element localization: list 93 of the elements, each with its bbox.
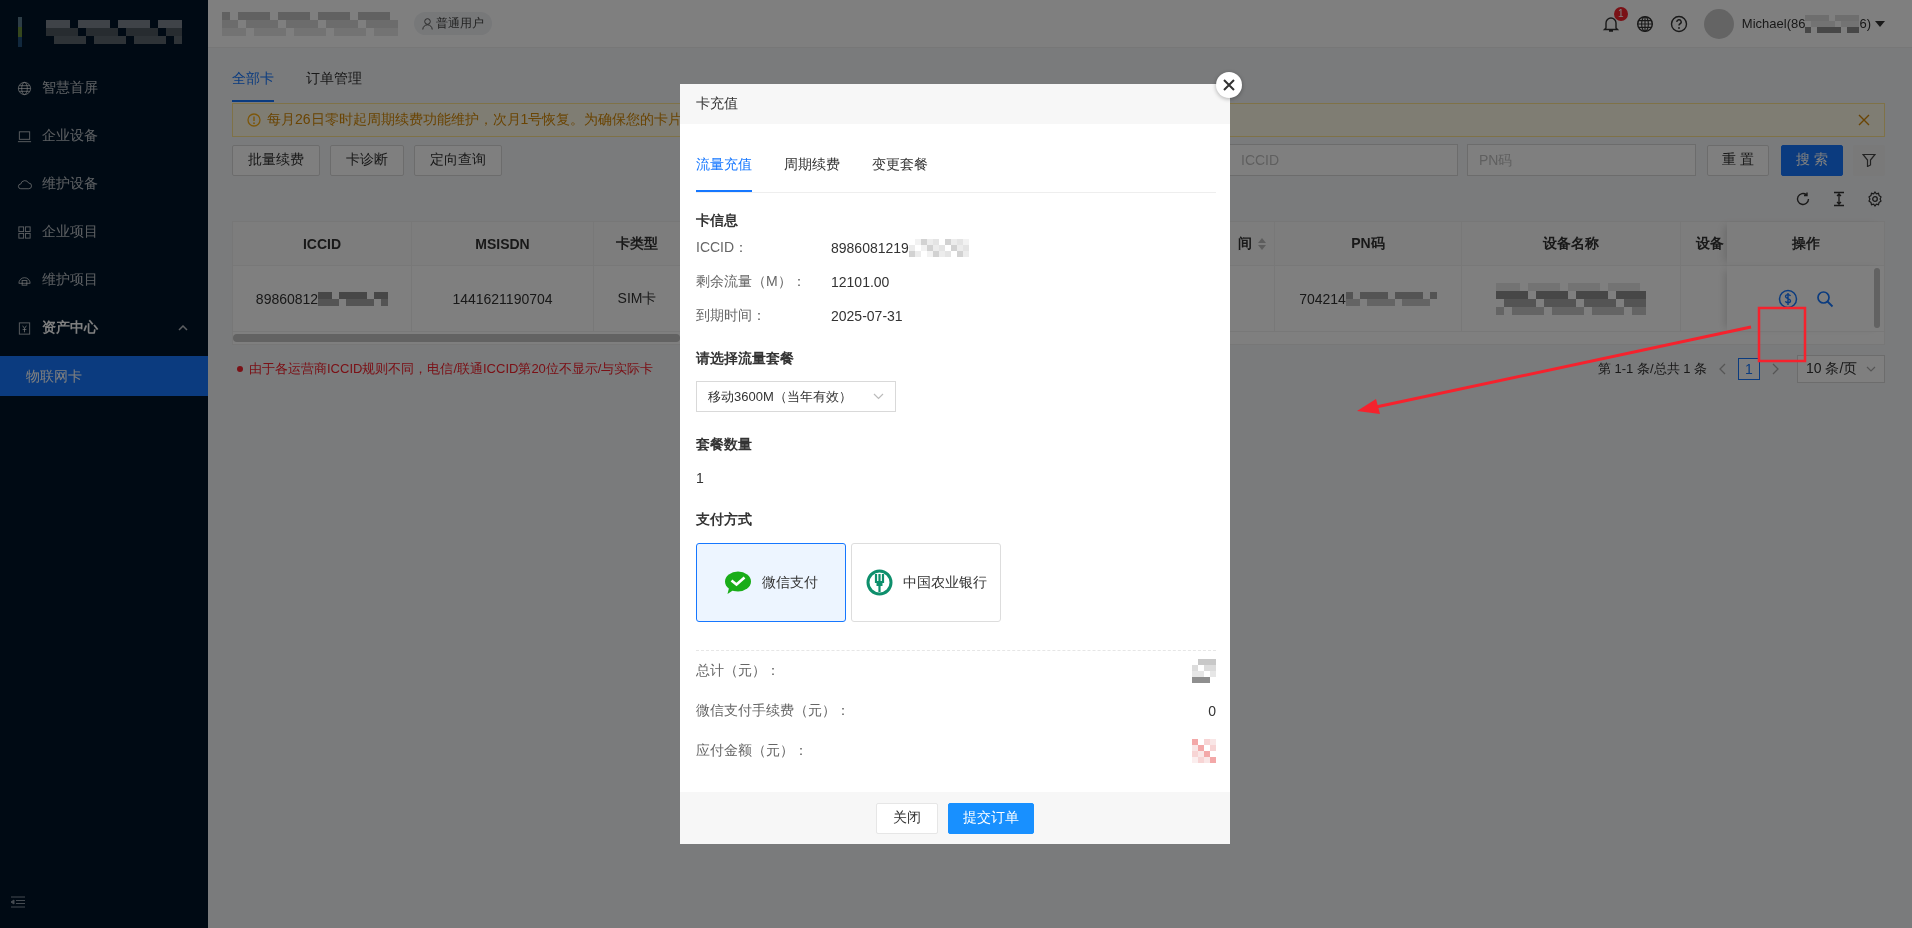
dialog-title: 卡充值 (696, 95, 738, 113)
globe-icon (17, 80, 32, 96)
page-tab[interactable]: 订单管理 (306, 64, 362, 102)
action-button[interactable]: 卡诊断 (330, 144, 404, 176)
page-size-select[interactable]: 10 条/页 (1797, 355, 1885, 383)
field-value: 8986081219 (831, 240, 909, 256)
submit-button[interactable]: 提交订单 (948, 802, 1034, 834)
search-icon[interactable] (1815, 289, 1834, 308)
bullet-icon (237, 366, 243, 372)
column-header: ICCID (233, 222, 412, 266)
role-text: 普通用户 (436, 15, 484, 32)
scrollbar[interactable] (233, 334, 680, 342)
summary-value: 0 (1208, 703, 1216, 719)
quantity-value: 1 (696, 469, 705, 488)
row-height-icon[interactable] (1831, 190, 1847, 207)
sidebar-item[interactable]: 资产中心 (0, 304, 208, 352)
summary-label: 微信支付手续费（元）： (696, 702, 850, 720)
column-header: 设备 (1696, 234, 1724, 253)
sort-icon[interactable] (1258, 237, 1266, 250)
user-name[interactable]: 6) (1859, 16, 1871, 31)
table-cell: 89860812 (255, 290, 319, 307)
summary-label: 总计（元）： (696, 662, 780, 680)
column-header: PN码 (1275, 222, 1462, 266)
avatar[interactable] (1703, 8, 1734, 39)
chevron-down-icon (873, 393, 884, 400)
sidebar-item[interactable]: 企业设备 (0, 112, 208, 160)
filter-button[interactable]: 重 置 (1707, 144, 1769, 176)
note-text: 由于各运营商ICCID规则不同，电信/联通ICCID第20位不显示/与实际卡 (249, 360, 654, 378)
certificate-icon (17, 320, 32, 336)
laptop-icon (17, 128, 32, 144)
table-cell: SIM卡 (617, 289, 657, 308)
scrollbar[interactable] (1874, 268, 1880, 328)
dollar-icon[interactable] (1777, 288, 1798, 309)
close-icon (1223, 79, 1235, 91)
section-heading: 卡信息 (696, 211, 739, 230)
bell-icon[interactable] (1601, 14, 1620, 33)
alert-text: 每月26日零时起周期续费功能维护，次月1号恢复。为确保您的卡片 (267, 111, 683, 129)
package-select[interactable]: 移动3600M（当年有效） (696, 381, 896, 412)
grid-icon (17, 224, 32, 240)
chat-bubble-icon (724, 570, 752, 595)
caret-icon[interactable] (1875, 20, 1885, 27)
section-heading: 支付方式 (696, 510, 753, 529)
pixelated-mark (318, 291, 389, 306)
field-value: 12101.00 (831, 274, 890, 290)
field-label: 剩余流量（M）： (696, 273, 807, 291)
info-icon (247, 113, 261, 127)
action-button[interactable]: 定向查询 (414, 144, 502, 176)
action-button[interactable]: 批量续费 (232, 144, 320, 176)
column-header: MSISDN (412, 222, 594, 266)
sidebar-item[interactable]: 维护项目 (0, 256, 208, 304)
section-heading: 套餐数量 (696, 435, 753, 454)
pixelated-mark (1805, 14, 1860, 33)
section-heading: 请选择流量套餐 (696, 349, 795, 368)
chevron-down-icon (1866, 366, 1876, 372)
dialog-tab[interactable]: 变更套餐 (872, 156, 928, 192)
sidebar-item[interactable]: 企业项目 (0, 208, 208, 256)
column-header: 设备名称 (1462, 222, 1681, 266)
table-cell: 704214 (1299, 290, 1346, 307)
field-label: ICCID： (696, 239, 750, 257)
summary-label: 应付金额（元）： (696, 742, 808, 760)
pixelated-mark (1192, 659, 1216, 683)
dialog-tab[interactable]: 流量充值 (696, 156, 752, 192)
refresh-icon[interactable] (1795, 190, 1811, 207)
notification-badge: 1 (1613, 6, 1628, 21)
user-icon (422, 17, 433, 30)
dialog-close-button[interactable] (1216, 72, 1242, 98)
field-value: 2025-07-31 (831, 308, 903, 324)
sidebar-item[interactable]: 智慧首屏 (0, 64, 208, 112)
globe-icon[interactable] (1635, 14, 1654, 33)
pagination-summary: 第 1-1 条/总共 1 条 (1597, 360, 1707, 378)
dialog-tab[interactable]: 周期续费 (784, 156, 840, 192)
payment-option[interactable]: 微信支付 (696, 543, 846, 622)
chevron-left-icon[interactable] (1719, 363, 1727, 375)
column-header: 间 (1238, 234, 1252, 253)
filter-button[interactable]: 搜 索 (1781, 144, 1843, 176)
sidebar-subitem[interactable]: 物联网卡 (0, 356, 208, 396)
column-header: 操作 (1727, 222, 1884, 266)
payment-option[interactable]: 中国农业银行 (851, 543, 1001, 622)
pixelated-mark (1192, 739, 1216, 763)
highlight-box (1757, 306, 1807, 363)
field-label: 到期时间： (696, 307, 767, 325)
bank-logo-icon (865, 569, 893, 596)
help-icon[interactable] (1669, 14, 1688, 33)
settings-icon[interactable] (1867, 190, 1883, 207)
menu-fold-icon[interactable] (11, 896, 25, 908)
chevron-right-icon[interactable] (1771, 363, 1779, 375)
user-name[interactable]: Michael(86 (1741, 16, 1806, 31)
table-cell: 1441621190704 (452, 290, 553, 307)
close-button[interactable]: 关闭 (876, 802, 938, 834)
sidebar-item[interactable]: 维护设备 (0, 160, 208, 208)
filter-icon (1862, 153, 1876, 167)
page-button[interactable]: 1 (1738, 358, 1760, 380)
close-icon[interactable] (1858, 114, 1870, 126)
